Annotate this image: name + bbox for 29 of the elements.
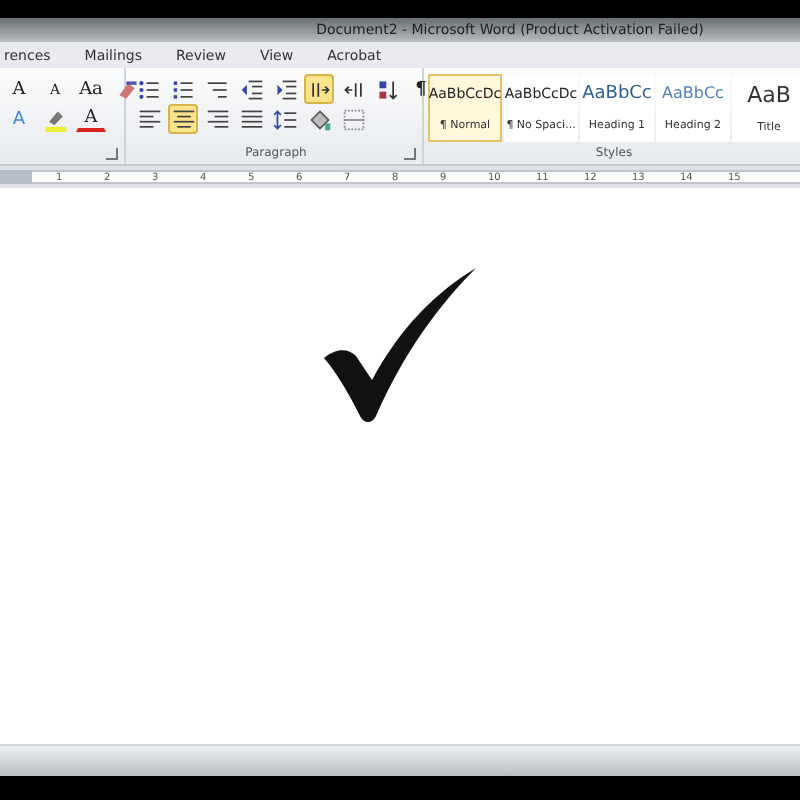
line-spacing-icon [273, 107, 297, 131]
eraser-icon [115, 77, 139, 101]
increase-indent-icon [273, 77, 297, 101]
style-preview: AaBbCc [662, 84, 724, 103]
bullet-list-icon [137, 77, 161, 101]
align-right-icon [205, 107, 229, 131]
highlighter-icon [43, 107, 67, 131]
paint-bucket-icon [307, 107, 331, 131]
horizontal-scrollbar[interactable] [0, 744, 800, 776]
right-to-left-icon [341, 77, 365, 101]
style-preview: AaB [747, 82, 791, 109]
numbered-list-icon [171, 77, 195, 101]
dialog-launcher-icon[interactable] [106, 148, 118, 160]
grow-font-button[interactable]: A [4, 74, 34, 104]
sort-icon [375, 77, 399, 101]
left-to-right-button[interactable] [304, 74, 334, 104]
multilevel-list-icon [205, 77, 229, 101]
decrease-indent-icon [239, 77, 263, 101]
border-grid-icon [341, 107, 365, 131]
change-case-button[interactable]: Aa [76, 74, 106, 104]
left-to-right-icon [307, 77, 331, 101]
align-left-icon [137, 107, 161, 131]
font-color-button[interactable]: A [76, 106, 106, 132]
style-preview: AaBbCc [582, 84, 652, 104]
justify-icon [239, 107, 263, 131]
line-spacing-button[interactable] [270, 104, 300, 134]
align-center-button[interactable] [168, 104, 198, 134]
align-center-icon [171, 107, 195, 131]
dialog-launcher-icon[interactable] [404, 148, 416, 160]
